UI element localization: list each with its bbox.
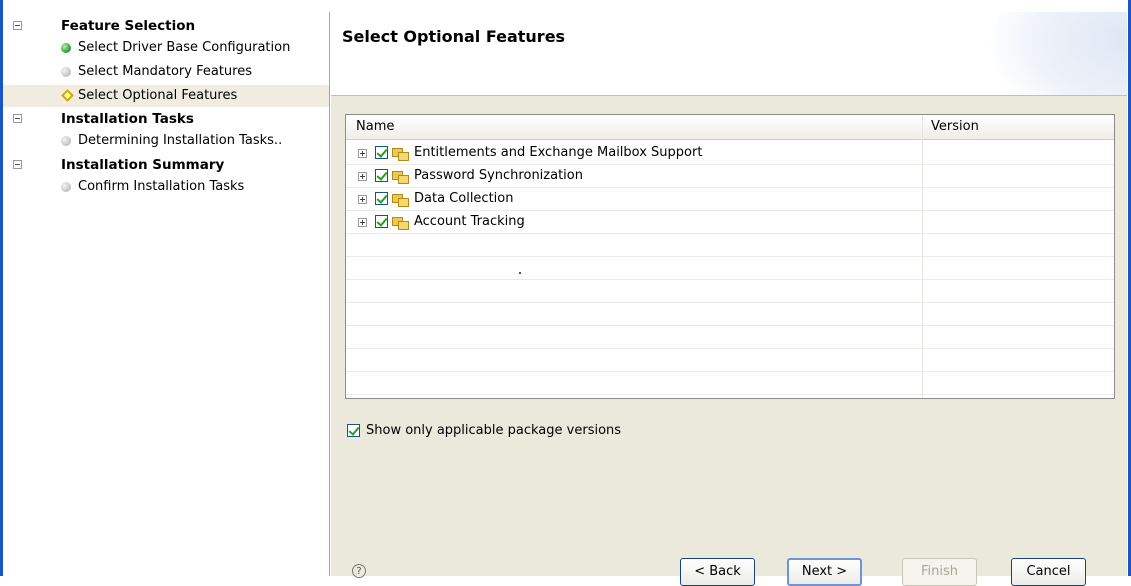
back-button[interactable]: < Back	[680, 558, 755, 586]
empty-row	[346, 326, 1114, 349]
table-header: Name Version	[346, 115, 1114, 140]
nav-group-feature-selection[interactable]: Feature Selection	[3, 15, 329, 37]
expand-icon[interactable]	[358, 218, 367, 227]
empty-row	[346, 349, 1114, 372]
next-button[interactable]: Next >	[787, 558, 862, 586]
collapse-icon[interactable]	[13, 114, 22, 123]
step-current-icon	[61, 89, 74, 102]
table-row[interactable]: Password Synchronization	[346, 165, 1114, 188]
feature-checkbox[interactable]	[375, 192, 388, 205]
page-header: Select Optional Features	[331, 12, 1127, 96]
show-applicable-versions-checkbox[interactable]	[347, 424, 360, 437]
feature-name: Data Collection	[414, 191, 514, 206]
features-table[interactable]: Name Version Entitlements and Exchange M…	[345, 114, 1115, 399]
feature-checkbox[interactable]	[375, 215, 388, 228]
package-icon	[392, 192, 409, 207]
nav-step-label: Select Driver Base Configuration	[78, 40, 291, 55]
empty-row	[346, 257, 1114, 280]
nav-step-label: Select Optional Features	[78, 88, 238, 103]
nav-step-select-driver-base-configuration[interactable]: Select Driver Base Configuration	[3, 37, 329, 59]
collapse-icon[interactable]	[13, 160, 22, 169]
page-title: Select Optional Features	[342, 27, 566, 46]
feature-name: Entitlements and Exchange Mailbox Suppor…	[414, 145, 703, 160]
expand-icon[interactable]	[358, 195, 367, 204]
empty-row	[346, 372, 1114, 395]
nav-step-label: Select Mandatory Features	[78, 64, 252, 79]
column-header-name[interactable]: Name	[356, 115, 394, 139]
step-complete-icon	[61, 43, 71, 53]
nav-step-label: Determining Installation Tasks..	[78, 133, 283, 148]
step-pending-icon	[61, 182, 71, 192]
show-applicable-versions-label[interactable]: Show only applicable package versions	[366, 422, 621, 440]
nav-step-confirm-installation-tasks[interactable]: Confirm Installation Tasks	[3, 176, 329, 198]
collapse-icon[interactable]	[13, 21, 22, 30]
wizard-navigation: Feature Selection Select Driver Base Con…	[3, 0, 329, 576]
finish-button[interactable]: Finish	[902, 558, 977, 586]
nav-step-select-mandatory-features[interactable]: Select Mandatory Features	[3, 61, 329, 83]
table-row[interactable]: Account Tracking	[346, 211, 1114, 234]
feature-name: Account Tracking	[414, 214, 525, 229]
expand-icon[interactable]	[358, 149, 367, 158]
nav-group-installation-tasks[interactable]: Installation Tasks	[3, 108, 329, 130]
header-decoration	[987, 12, 1127, 95]
feature-checkbox[interactable]	[375, 146, 388, 159]
cancel-button[interactable]: Cancel	[1011, 558, 1086, 586]
empty-row	[346, 234, 1114, 257]
navigation-divider	[329, 12, 330, 576]
empty-row	[346, 280, 1114, 303]
nav-step-label: Confirm Installation Tasks	[78, 179, 245, 194]
package-icon	[392, 215, 409, 230]
feature-name: Password Synchronization	[414, 168, 583, 183]
table-row[interactable]: Data Collection	[346, 188, 1114, 211]
column-header-version[interactable]: Version	[931, 115, 979, 139]
step-pending-icon	[61, 67, 71, 77]
nav-group-installation-summary[interactable]: Installation Summary	[3, 154, 329, 176]
artifact-dot	[519, 272, 521, 274]
nav-step-select-optional-features[interactable]: Select Optional Features	[3, 85, 329, 107]
nav-group-label: Installation Tasks	[61, 111, 194, 127]
package-icon	[392, 169, 409, 184]
table-row[interactable]: Entitlements and Exchange Mailbox Suppor…	[346, 142, 1114, 165]
feature-checkbox[interactable]	[375, 169, 388, 182]
nav-group-label: Installation Summary	[61, 157, 225, 173]
step-pending-icon	[61, 136, 71, 146]
package-icon	[392, 146, 409, 161]
empty-row	[346, 303, 1114, 326]
nav-group-label: Feature Selection	[61, 18, 196, 34]
expand-icon[interactable]	[358, 172, 367, 181]
nav-step-determining-installation-tasks[interactable]: Determining Installation Tasks..	[3, 130, 329, 152]
